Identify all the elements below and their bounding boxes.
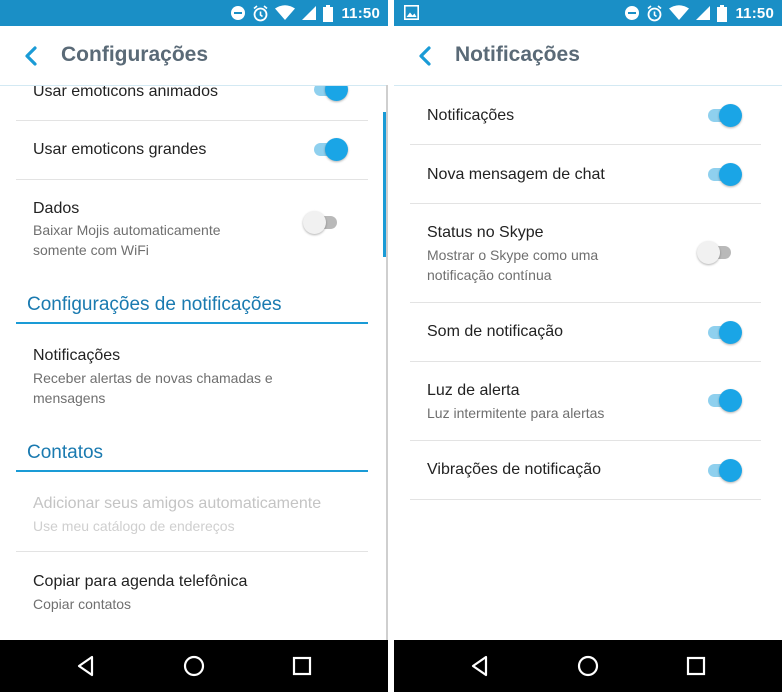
setting-notification-sound[interactable]: Som de notificação: [410, 303, 761, 362]
back-icon[interactable]: [468, 654, 492, 678]
home-icon[interactable]: [576, 654, 600, 678]
setting-title: Notificações: [33, 347, 121, 364]
setting-notifications[interactable]: Notificações Receber alertas de novas ch…: [16, 326, 368, 422]
home-icon[interactable]: [182, 654, 206, 678]
setting-subtitle: Baixar Mojis automaticamente somente com…: [33, 222, 221, 258]
setting-subtitle: Luz intermitente para alertas: [427, 405, 605, 421]
notification-sound-toggle[interactable]: [706, 320, 742, 344]
status-time: 11:50: [735, 4, 774, 22]
battery-icon: [323, 4, 334, 22]
setting-auto-add-friends: Adicionar seus amigos automaticamente Us…: [16, 474, 368, 552]
notifications-toggle[interactable]: [706, 103, 742, 127]
wifi-icon: [669, 5, 690, 20]
setting-title: Usar emoticons grandes: [33, 141, 207, 158]
back-arrow-icon[interactable]: [416, 46, 434, 66]
setting-title: Dados: [33, 200, 80, 217]
setting-title: Usar emoticons animados: [33, 86, 218, 100]
status-time: 11:50: [341, 4, 380, 22]
large-emoticons-toggle[interactable]: [312, 137, 348, 161]
alarm-icon: [647, 4, 662, 21]
do-not-disturb-icon: [625, 6, 640, 20]
recents-icon[interactable]: [684, 654, 708, 678]
left-screen: 11:50 Configurações Usar emoticons anima…: [0, 0, 388, 692]
setting-title: Adicionar seus amigos automaticamente: [33, 495, 322, 512]
signal-icon: [696, 6, 711, 20]
do-not-disturb-icon: [231, 6, 246, 20]
setting-subtitle: Mostrar o Skype como uma notificação con…: [427, 247, 599, 283]
setting-data[interactable]: Dados Baixar Mojis automaticamente somen…: [16, 180, 368, 264]
app-bar: Notificações: [394, 26, 782, 86]
setting-subtitle: Receber alertas de novas chamadas e mens…: [33, 370, 273, 406]
nav-bar: [0, 640, 388, 692]
battery-icon: [717, 4, 728, 22]
setting-title: Nova mensagem de chat: [427, 166, 605, 183]
back-arrow-icon[interactable]: [22, 46, 40, 66]
right-screen: 11:50 Notificações Notificações Nova men…: [394, 0, 782, 692]
section-title: Configurações de notificações: [27, 294, 282, 315]
setting-title: Copiar para agenda telefônica: [33, 573, 248, 590]
setting-notification-vibration[interactable]: Vibrações de notificação: [410, 441, 761, 500]
data-wifi-toggle[interactable]: [303, 210, 339, 234]
setting-copy-to-phonebook[interactable]: Copiar para agenda telefônica Copiar con…: [16, 552, 368, 632]
section-header-notifications: Configurações de notificações: [16, 294, 368, 324]
settings-list: Usar emoticons animados Usar emoticons g…: [0, 86, 388, 640]
status-bar: 11:50: [0, 0, 388, 26]
back-icon[interactable]: [74, 654, 98, 678]
alert-light-toggle[interactable]: [706, 388, 742, 412]
setting-notifications[interactable]: Notificações: [410, 86, 761, 145]
setting-large-emoticons[interactable]: Usar emoticons grandes: [16, 121, 368, 180]
app-bar: Configurações: [0, 26, 388, 86]
notifications-list: Notificações Nova mensagem de chat Statu…: [394, 86, 782, 640]
setting-title: Vibrações de notificação: [427, 461, 602, 478]
setting-title: Status no Skype: [427, 224, 544, 241]
setting-alert-light[interactable]: Luz de alerta Luz intermitente para aler…: [410, 362, 761, 441]
image-notification-icon: [404, 5, 419, 20]
skype-status-toggle[interactable]: [697, 240, 733, 264]
setting-title: Luz de alerta: [427, 382, 520, 399]
page-title: Notificações: [455, 43, 580, 66]
setting-subtitle: Use meu catálogo de endereços: [33, 518, 235, 534]
recents-icon[interactable]: [290, 654, 314, 678]
setting-animated-emoticons[interactable]: Usar emoticons animados: [16, 86, 368, 121]
section-header-contacts: Contatos: [16, 442, 368, 472]
new-chat-message-toggle[interactable]: [706, 162, 742, 186]
divider-line: [386, 85, 388, 640]
section-title: Contatos: [27, 442, 104, 463]
page-title: Configurações: [61, 43, 209, 66]
alarm-icon: [253, 4, 268, 21]
wifi-icon: [275, 5, 296, 20]
notification-vibration-toggle[interactable]: [706, 458, 742, 482]
signal-icon: [302, 6, 317, 20]
setting-title: Som de notificação: [427, 323, 564, 340]
setting-title: Notificações: [427, 107, 515, 124]
setting-new-chat-message[interactable]: Nova mensagem de chat: [410, 145, 761, 204]
setting-subtitle: Copiar contatos: [33, 596, 132, 612]
setting-skype-status[interactable]: Status no Skype Mostrar o Skype como uma…: [410, 204, 761, 303]
nav-bar: [394, 640, 782, 692]
animated-emoticons-toggle[interactable]: [312, 86, 348, 101]
status-bar: 11:50: [394, 0, 782, 26]
